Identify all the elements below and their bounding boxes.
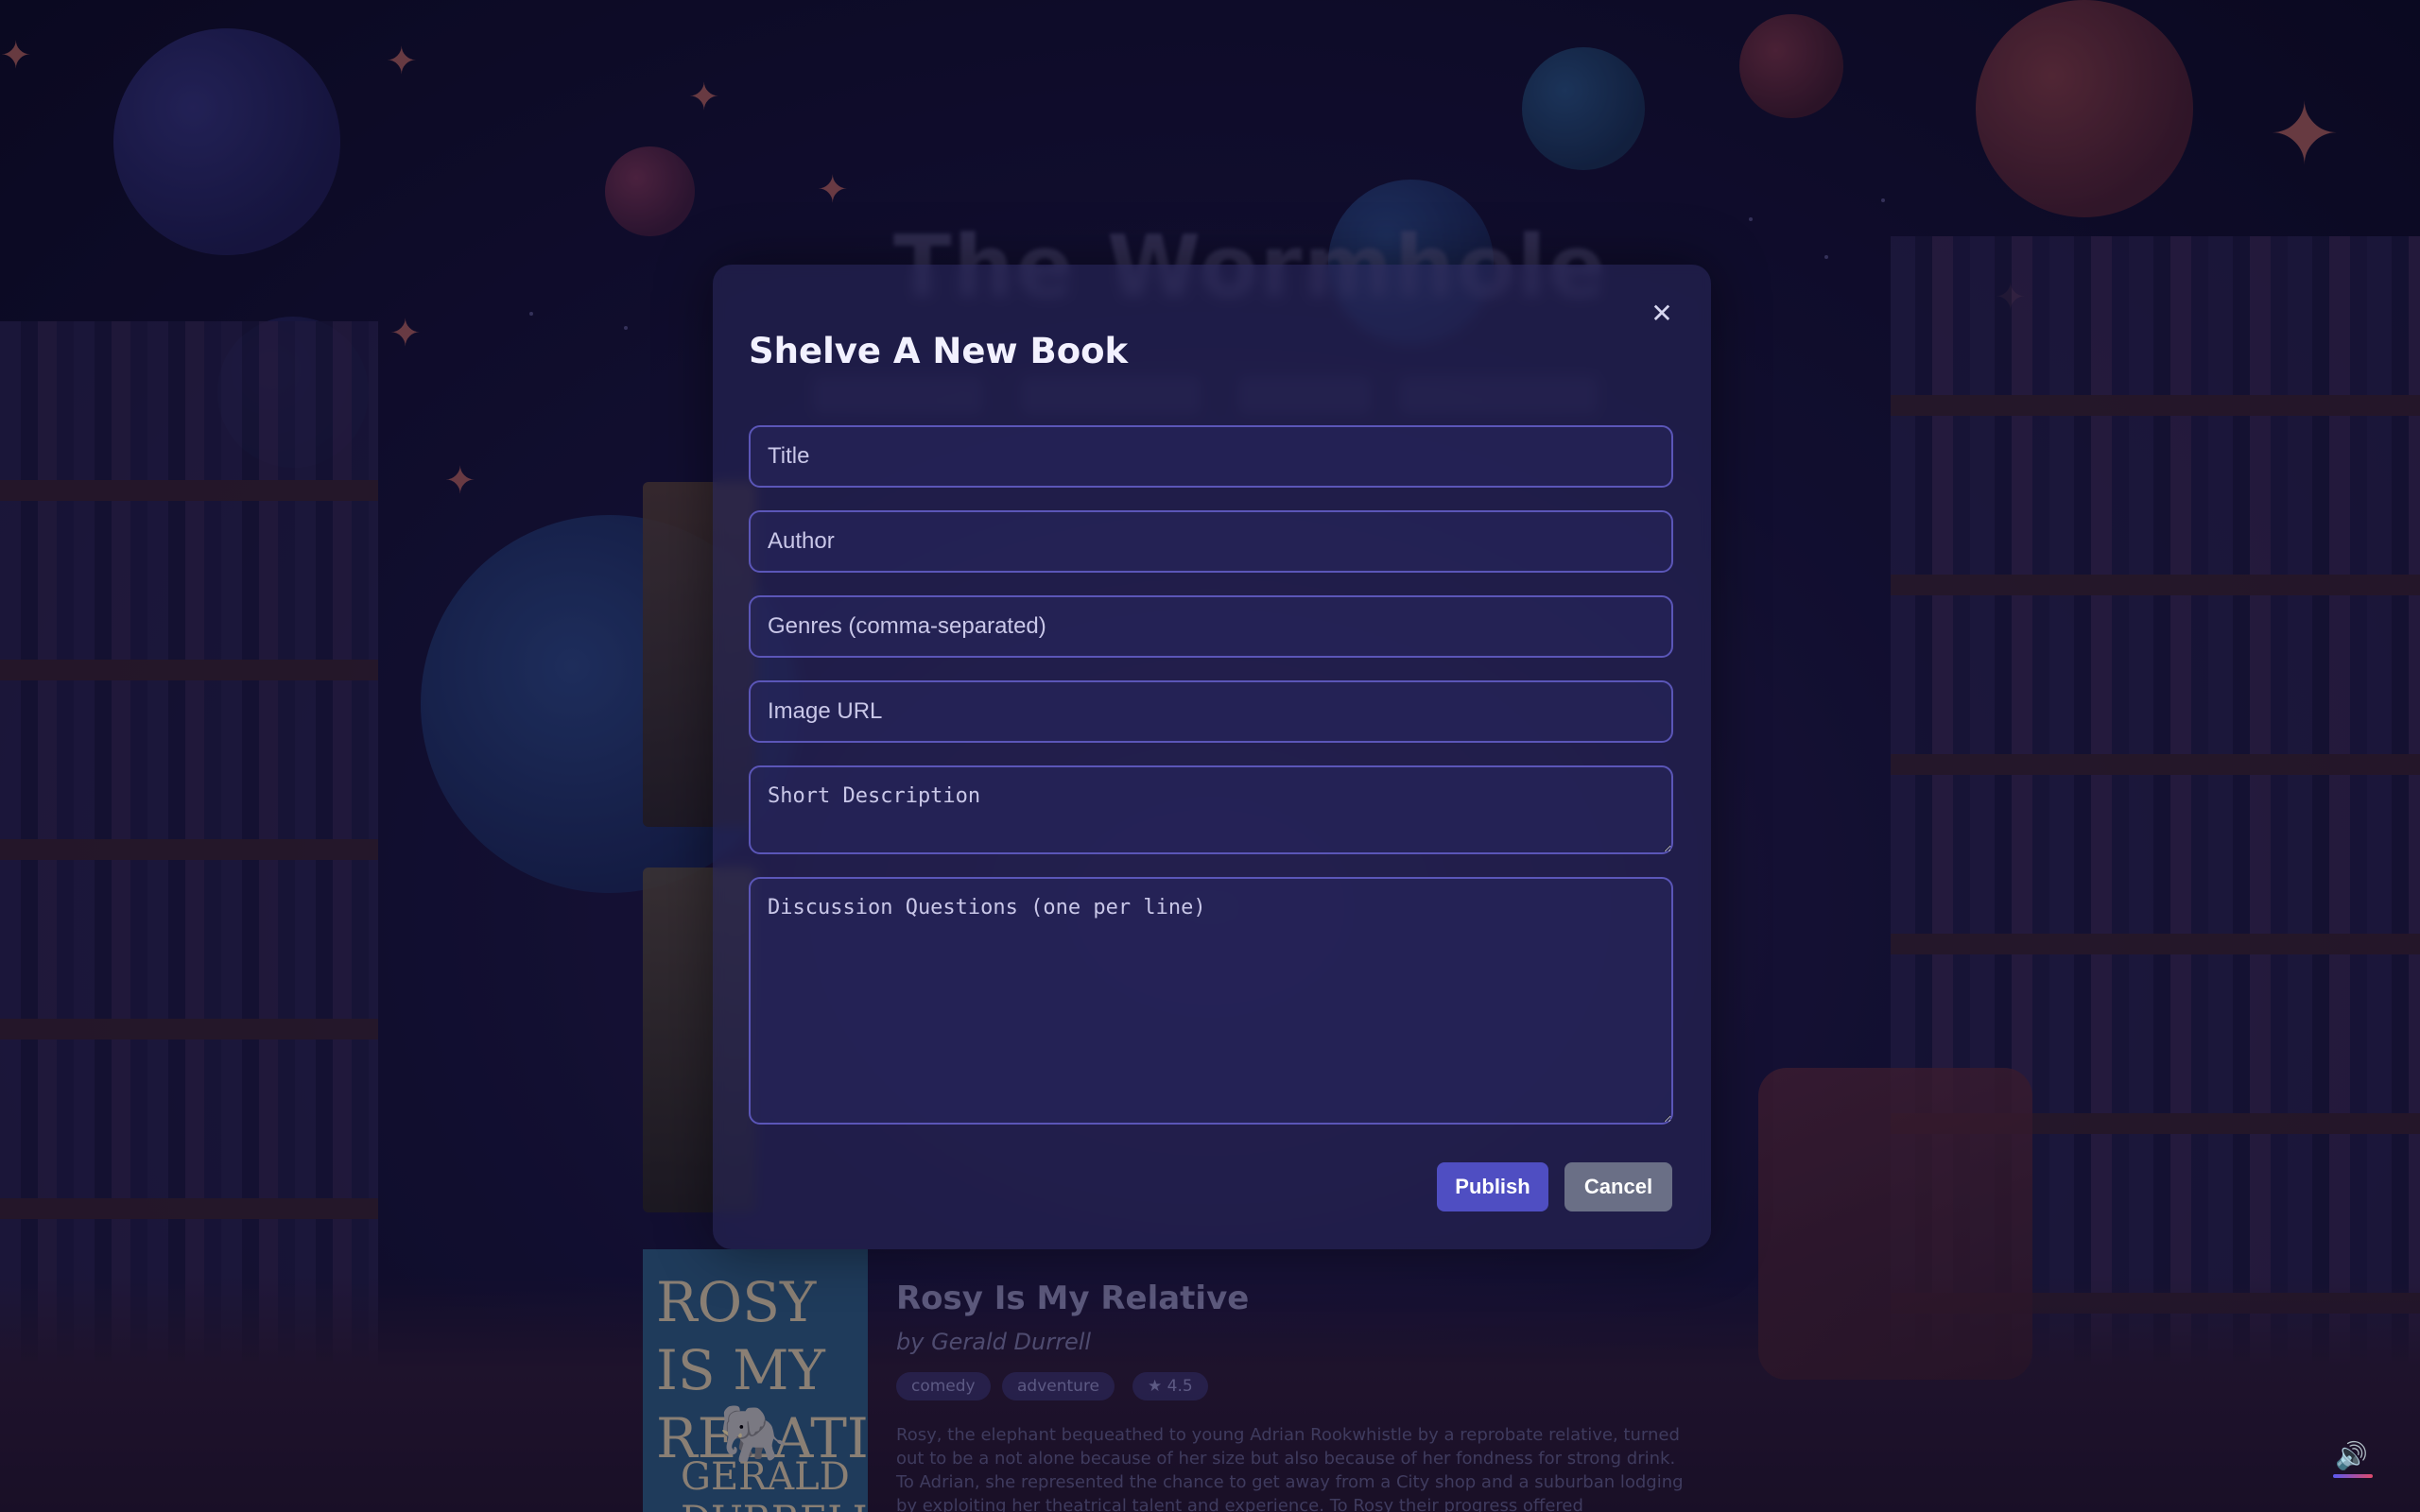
new-book-modal: ✕ Shelve A New Book Publish Cancel — [713, 265, 1711, 1249]
discussion-questions-textarea[interactable] — [749, 877, 1673, 1125]
image-url-input[interactable] — [749, 680, 1673, 743]
publish-button[interactable]: Publish — [1437, 1162, 1548, 1211]
title-input[interactable] — [749, 425, 1673, 488]
genres-input[interactable] — [749, 595, 1673, 658]
volume-indicator — [2333, 1474, 2373, 1478]
author-input[interactable] — [749, 510, 1673, 573]
modal-title: Shelve A New Book — [749, 331, 1129, 371]
speaker-icon[interactable]: 🔊 — [2335, 1440, 2368, 1471]
close-icon[interactable]: ✕ — [1649, 301, 1675, 327]
cancel-button[interactable]: Cancel — [1564, 1162, 1672, 1211]
description-textarea[interactable] — [749, 765, 1673, 854]
